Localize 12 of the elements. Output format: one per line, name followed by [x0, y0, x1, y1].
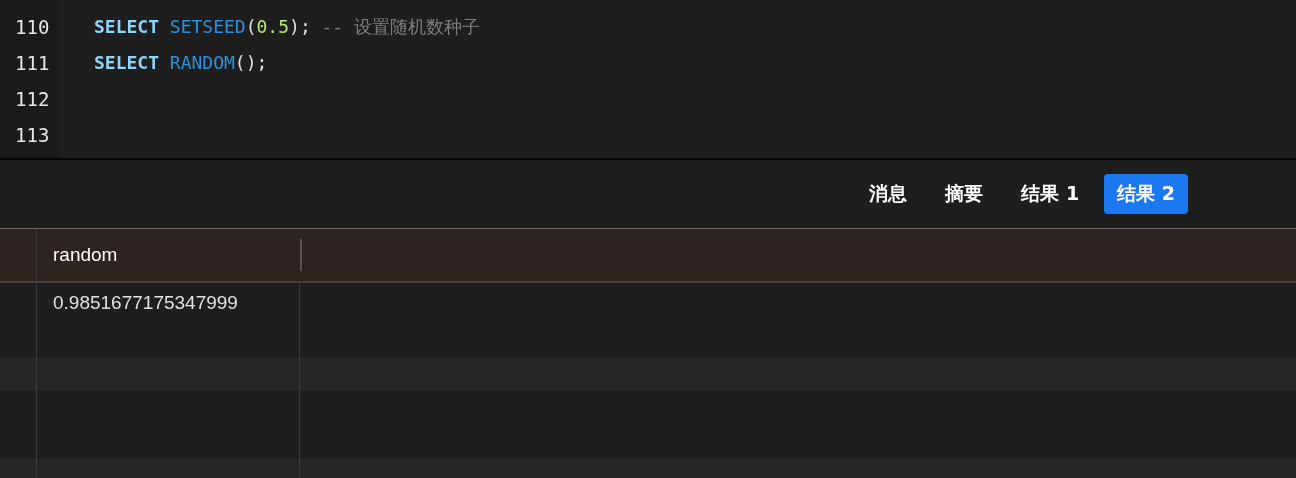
code-line: SELECT SETSEED(0.5); -- 设置随机数种子: [94, 15, 481, 39]
result-tab[interactable]: 摘要: [932, 174, 997, 214]
result-tab[interactable]: 结果 2: [1104, 174, 1188, 214]
column-header: random: [52, 243, 119, 267]
result-tab[interactable]: 消息: [856, 174, 921, 214]
line-number: 113: [14, 123, 51, 148]
table-cell: 0.9851677175347999: [37, 283, 300, 323]
result-tab[interactable]: 结果 1: [1008, 174, 1093, 214]
line-number: 110: [14, 15, 51, 40]
line-number: 111: [14, 51, 51, 76]
line-number: 112: [14, 87, 51, 112]
code-line: SELECT RANDOM();: [94, 51, 268, 75]
